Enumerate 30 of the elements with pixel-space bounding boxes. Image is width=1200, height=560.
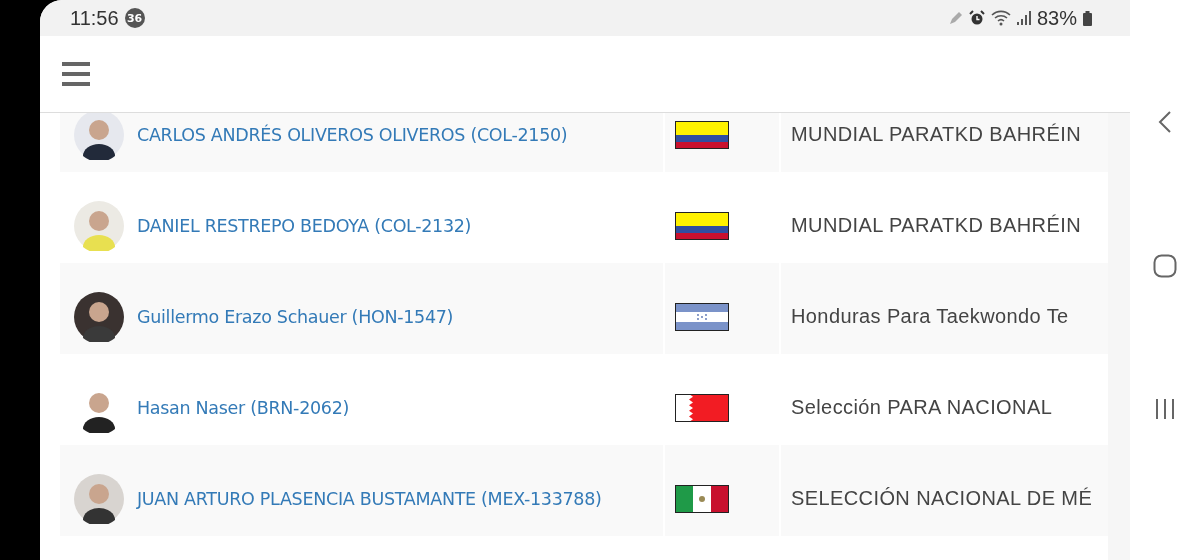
avatar-icon	[74, 113, 124, 160]
avatar-icon	[74, 291, 124, 342]
signal-icon	[1016, 11, 1031, 25]
team-name: Honduras Para Taekwondo Te	[791, 305, 1069, 328]
home-button[interactable]	[1153, 254, 1177, 278]
clock-time: 11:56	[70, 6, 119, 30]
notification-badge: 36	[124, 8, 145, 28]
menu-button[interactable]	[62, 60, 90, 88]
flag-icon	[675, 484, 729, 513]
wifi-icon	[990, 10, 1011, 26]
athlete-link[interactable]: Guillermo Erazo Schauer (HON-1547)	[137, 306, 454, 327]
avatar-icon	[74, 200, 124, 251]
battery-icon	[1083, 10, 1092, 26]
athlete-link[interactable]: Hasan Naser (BRN-2062)	[137, 397, 349, 418]
team-name: MUNDIAL PARATKD BAHRÉIN	[791, 123, 1081, 146]
team-name: MUNDIAL PARATKD BAHRÉIN	[791, 214, 1081, 237]
team-name: Selección PARA NACIONAL	[791, 396, 1053, 419]
flag-icon	[675, 302, 729, 331]
flag-icon	[675, 211, 729, 240]
avatar-icon	[74, 473, 124, 524]
team-name: SELECCIÓN NACIONAL DE MÉ	[791, 487, 1093, 510]
recents-button[interactable]	[1154, 398, 1176, 420]
flag-icon	[675, 393, 729, 422]
flag-icon	[675, 120, 729, 149]
battery-percentage: 83%	[1036, 6, 1077, 30]
alarm-icon	[968, 10, 985, 26]
athlete-link[interactable]: DANIEL RESTREPO BEDOYA (COL-2132)	[137, 215, 472, 236]
athlete-link[interactable]: JUAN ARTURO PLASENCIA BUSTAMANTE (MEX-133788)	[137, 488, 602, 509]
back-button[interactable]	[1158, 110, 1172, 134]
pencil-icon	[948, 11, 963, 25]
